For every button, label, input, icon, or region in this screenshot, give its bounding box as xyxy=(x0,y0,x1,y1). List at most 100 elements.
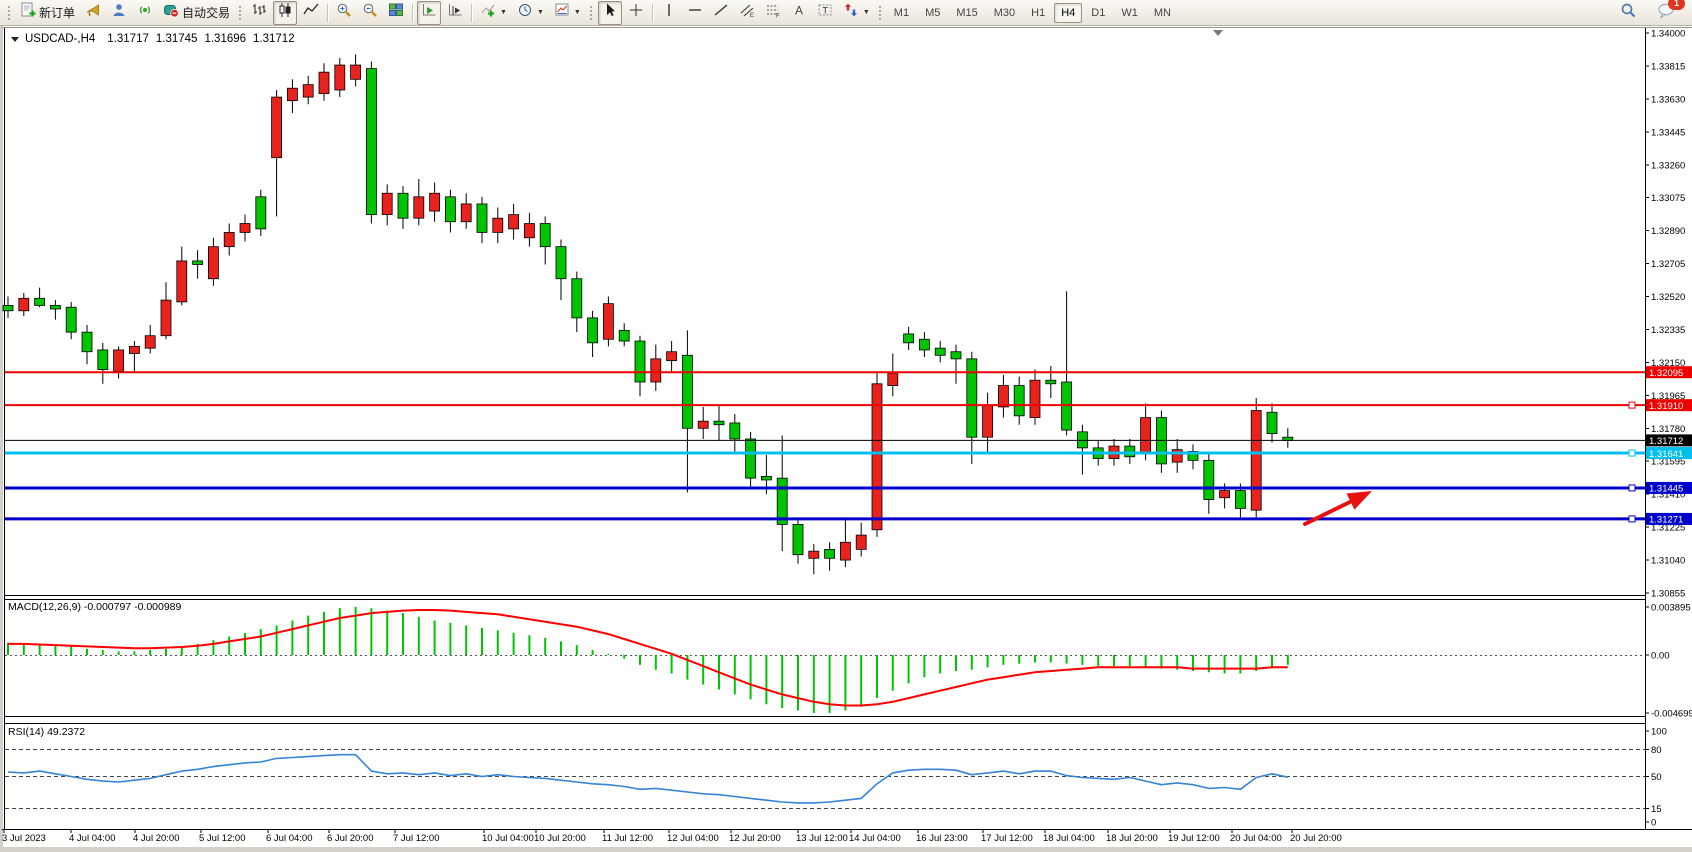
candle-bullish xyxy=(382,193,392,214)
time-tick-label: 16 Jul 23:00 xyxy=(916,833,968,844)
macd-indicator-label: MACD(12,26,9) -0.000797 -0.000989 xyxy=(8,601,181,613)
line-handle-marker[interactable] xyxy=(1629,402,1635,408)
toolbar-grip[interactable] xyxy=(878,5,883,21)
candle-bearish xyxy=(730,423,740,439)
time-tick-label: 12 Jul 04:00 xyxy=(667,833,719,844)
candle-bearish xyxy=(366,69,376,215)
hline-price-tag-label: 1.31641 xyxy=(1649,449,1683,460)
candlestick-chart-button[interactable] xyxy=(273,1,297,25)
candle-bearish xyxy=(746,439,756,478)
hline-price-tag-label: 1.31445 xyxy=(1649,484,1683,495)
horizontal-line-button[interactable] xyxy=(683,1,707,25)
period-h4-button[interactable]: H4 xyxy=(1054,3,1082,23)
candle-bearish xyxy=(1235,491,1245,509)
zoom-out-button[interactable] xyxy=(358,1,382,25)
indicators-button[interactable]: ▼ xyxy=(476,1,511,25)
search-button[interactable] xyxy=(1616,1,1641,25)
vertical-line-button[interactable] xyxy=(657,1,681,25)
chart-area[interactable]: 1.340001.338151.336301.334451.332601.330… xyxy=(0,0,1692,852)
equidistant-channel-button[interactable]: E xyxy=(735,1,759,25)
time-tick-label: 14 Jul 04:00 xyxy=(849,833,901,844)
candle-bearish xyxy=(50,305,60,309)
price-tick-label: 1.33445 xyxy=(1651,127,1685,138)
candle-bullish xyxy=(651,359,661,382)
period-m30-button[interactable]: M30 xyxy=(987,3,1022,23)
candle-bullish xyxy=(287,88,297,100)
auto-scroll-button[interactable] xyxy=(417,1,441,25)
line-handle-marker[interactable] xyxy=(1629,516,1635,522)
price-tick-label: 1.31040 xyxy=(1651,556,1685,567)
toolbar-right-group: 1 xyxy=(1615,1,1688,25)
crosshair-button[interactable] xyxy=(624,1,648,25)
time-tick-label: 18 Jul 04:00 xyxy=(1043,833,1095,844)
time-tick-label: 18 Jul 20:00 xyxy=(1106,833,1158,844)
candle-bullish xyxy=(856,535,866,549)
cursor-button[interactable] xyxy=(598,1,622,25)
zoom-in-button[interactable] xyxy=(332,1,356,25)
chat-button[interactable]: 1 xyxy=(1653,1,1679,25)
period-d1-button[interactable]: D1 xyxy=(1084,3,1112,23)
period-mn-button[interactable]: MN xyxy=(1147,3,1178,23)
price-tick-label: 1.32705 xyxy=(1651,259,1685,270)
time-tick-label: 11 Jul 12:00 xyxy=(602,833,653,844)
chart-background xyxy=(0,26,1692,852)
profile-button[interactable] xyxy=(107,1,131,25)
period-m15-button[interactable]: M15 xyxy=(949,3,984,23)
line-chart-button[interactable] xyxy=(299,1,323,25)
signals-icon xyxy=(137,2,153,23)
arrows-icon xyxy=(843,2,859,23)
horizontal-line-icon xyxy=(687,2,703,23)
periods-button[interactable]: ▼ xyxy=(513,1,548,25)
text-button[interactable]: A xyxy=(787,1,811,25)
ohlc-high: 1.31745 xyxy=(156,33,198,45)
candle-bearish xyxy=(35,298,45,305)
bar-chart-button[interactable] xyxy=(247,1,271,25)
candle-bullish xyxy=(224,232,234,246)
candle-bullish xyxy=(319,72,329,93)
templates-button[interactable]: ▼ xyxy=(550,1,585,25)
line-handle-marker[interactable] xyxy=(1629,450,1635,456)
zoom-out-icon xyxy=(362,2,378,23)
period-w1-button[interactable]: W1 xyxy=(1114,3,1145,23)
megaphone-button[interactable] xyxy=(81,1,105,25)
line-handle-marker[interactable] xyxy=(1629,485,1635,491)
candle-bearish xyxy=(793,524,803,554)
toolbar-grip[interactable] xyxy=(238,5,243,21)
price-tick-label: 1.32335 xyxy=(1651,325,1685,336)
tile-windows-icon xyxy=(388,2,404,23)
arrows-button[interactable]: ▼ xyxy=(839,1,874,25)
toolbar-separator xyxy=(471,4,472,22)
trendline-icon xyxy=(713,2,729,23)
candle-bullish xyxy=(461,204,471,222)
text-icon: A xyxy=(791,2,807,23)
chevron-down-icon: ▼ xyxy=(537,9,544,16)
rsi-tick-label: 80 xyxy=(1651,745,1662,756)
fibonacci-button[interactable]: F xyxy=(761,1,785,25)
text-label-button[interactable]: T xyxy=(813,1,837,25)
candle-bullish xyxy=(667,352,677,361)
candle-bearish xyxy=(635,341,645,382)
candle-bullish xyxy=(1030,380,1040,417)
time-tick-label: 20 Jul 20:00 xyxy=(1290,833,1342,844)
time-tick-label: 3 Jul 2023 xyxy=(2,833,46,844)
signals-button[interactable] xyxy=(133,1,157,25)
candle-bullish xyxy=(1172,450,1182,462)
candle-bearish xyxy=(761,476,771,480)
toolbar-grip[interactable] xyxy=(589,5,594,21)
toolbar-grip[interactable] xyxy=(7,5,12,21)
autotrading-button[interactable]: 自动交易 xyxy=(159,1,234,25)
tile-windows-button[interactable] xyxy=(384,1,408,25)
chart-shift-button[interactable] xyxy=(443,1,467,25)
candle-bullish xyxy=(19,298,29,310)
period-m1-button[interactable]: M1 xyxy=(887,3,916,23)
rsi-tick-label: 50 xyxy=(1651,772,1662,783)
candle-bearish xyxy=(1204,460,1214,499)
time-tick-label: 19 Jul 12:00 xyxy=(1168,833,1220,844)
equidistant-channel-icon: E xyxy=(739,2,755,23)
trading-terminal: 新订单 自动交易 xyxy=(0,0,1692,852)
new-order-button[interactable]: 新订单 xyxy=(16,1,79,25)
trendline-button[interactable] xyxy=(709,1,733,25)
period-h1-button[interactable]: H1 xyxy=(1024,3,1052,23)
period-m5-button[interactable]: M5 xyxy=(918,3,947,23)
symbol-dropdown-icon[interactable] xyxy=(11,37,19,42)
